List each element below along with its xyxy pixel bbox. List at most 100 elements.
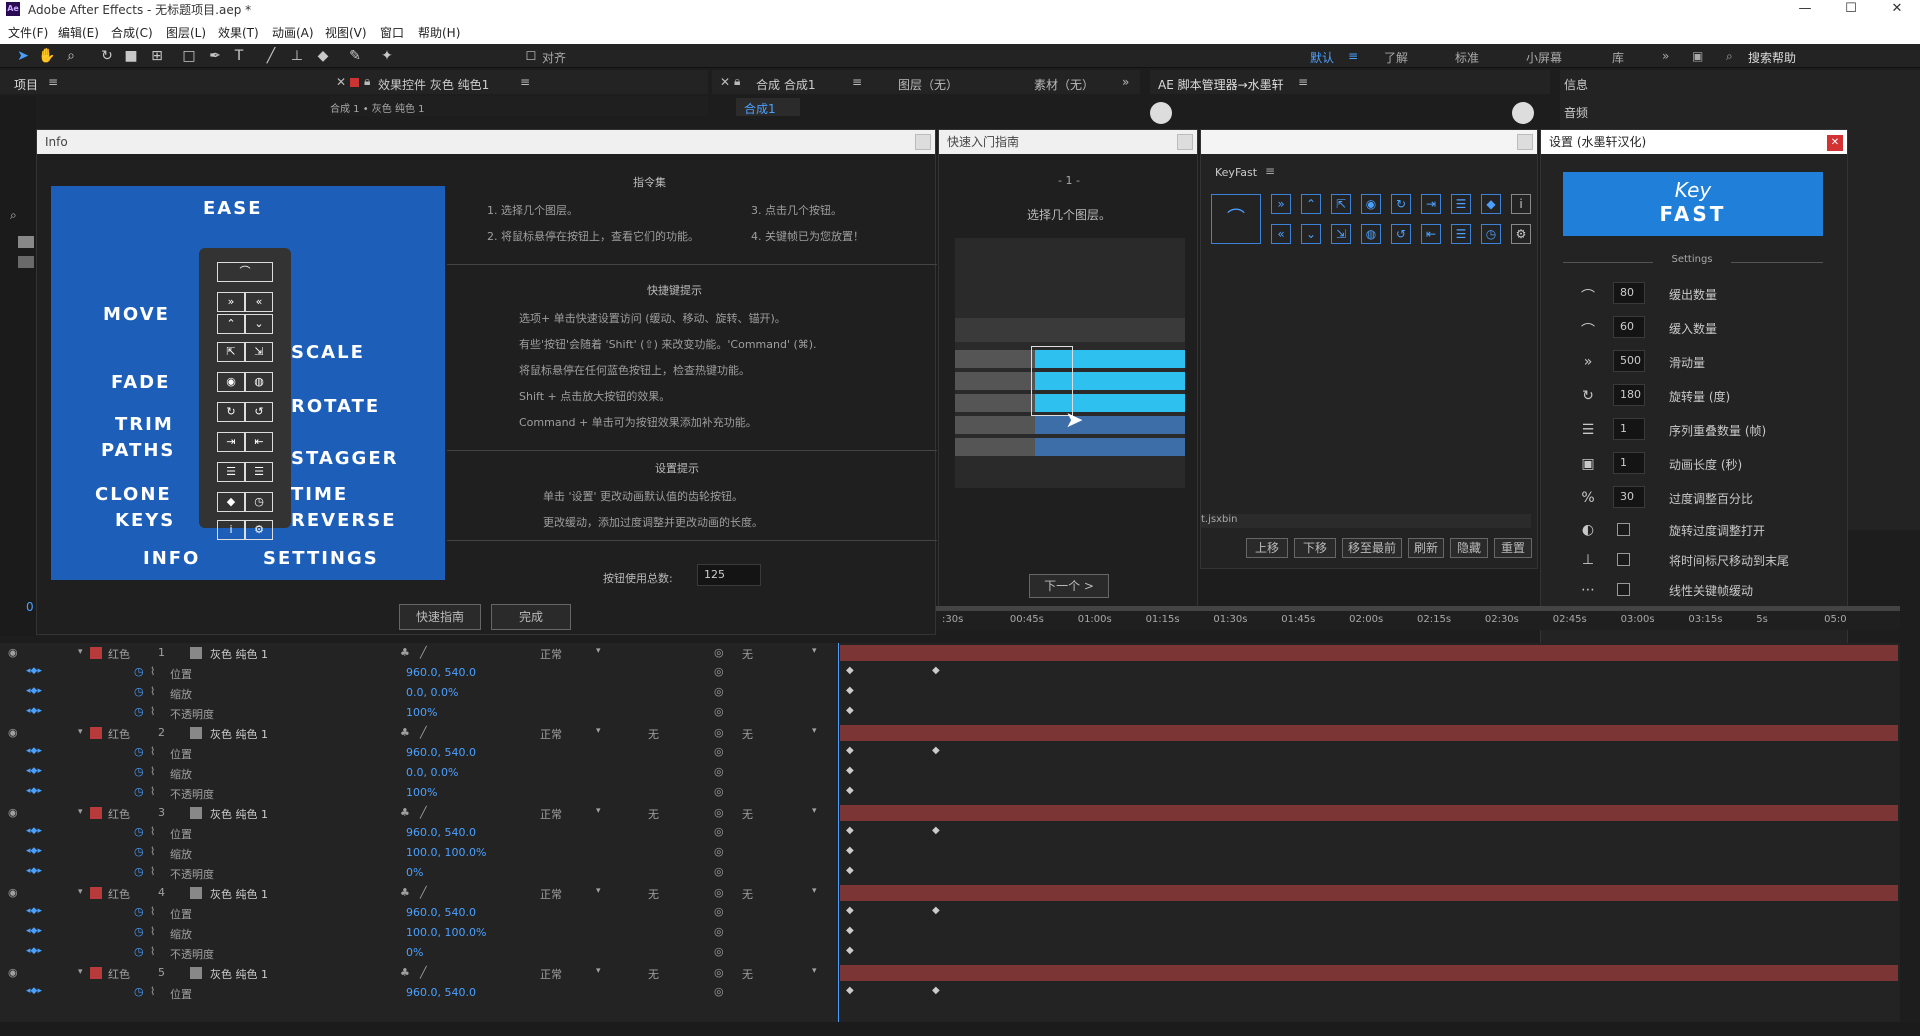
keyframe-icon[interactable]: ◆ [846, 905, 854, 916]
work-area-bar[interactable] [936, 606, 1900, 611]
graph-icon[interactable]: ⌇ [150, 745, 155, 758]
blend-mode-select[interactable]: 正常 [540, 646, 562, 662]
move-down-icon[interactable]: ⌄ [1301, 224, 1321, 244]
shy-icon[interactable]: ♣ [400, 966, 410, 979]
stopwatch-icon[interactable]: ◷ [134, 705, 144, 718]
label-color-swatch[interactable] [90, 807, 102, 819]
shy-icon[interactable]: ♣ [400, 886, 410, 899]
keyframe-nav-icon[interactable]: ◂◆▸ [26, 926, 42, 936]
dialog-close-button[interactable] [1177, 134, 1193, 150]
layer-name[interactable]: 灰色 纯色 1 [210, 726, 268, 742]
workspace-default[interactable]: 默认 [1310, 49, 1334, 66]
graph-icon[interactable]: ⌇ [150, 705, 155, 718]
setting-value-field[interactable]: 80 [1613, 282, 1645, 304]
comp-tab[interactable]: 合成1 [736, 98, 800, 116]
graph-icon[interactable]: ⌇ [150, 785, 155, 798]
label-color-swatch[interactable] [90, 967, 102, 979]
track-matte-select[interactable]: 无 [648, 966, 659, 982]
keyframe-nav-icon[interactable]: ◂◆▸ [26, 826, 42, 836]
layer-name[interactable]: 灰色 纯色 1 [210, 646, 268, 662]
workspace-standard[interactable]: 标准 [1455, 49, 1479, 66]
comp-icon[interactable] [18, 256, 34, 268]
property-value[interactable]: 0% [406, 946, 423, 959]
graph-icon[interactable]: ⌇ [150, 825, 155, 838]
tab-layer[interactable]: 图层（无） [898, 76, 958, 93]
shy-icon[interactable]: ♣ [400, 646, 410, 659]
expression-icon[interactable]: ◎ [714, 825, 724, 838]
parent-select[interactable]: 无 [742, 886, 753, 902]
stagger-icon[interactable]: ☰ [1451, 194, 1471, 214]
expression-icon[interactable]: ◎ [714, 985, 724, 998]
stopwatch-icon[interactable]: ◷ [134, 945, 144, 958]
eraser-tool-icon[interactable]: ◆ [314, 47, 332, 65]
refresh-button[interactable]: 刷新 [1408, 538, 1444, 558]
layer-row[interactable]: ◉ ▾ 红色 2 灰色 纯色 1 ♣ ╱ 正常 ▾ 无 ◎ 无 ▾ [0, 723, 840, 743]
keyframe-icon[interactable]: ◆ [846, 665, 854, 676]
layer-track-bar[interactable] [840, 725, 1898, 741]
settings-gear-icon[interactable]: ⚙ [1511, 224, 1531, 244]
panel-menu-icon[interactable]: ≡ [48, 75, 58, 89]
move-up-button[interactable]: 上移 [1246, 538, 1288, 558]
pickwhip-icon[interactable]: ◎ [714, 966, 724, 979]
property-value[interactable]: 960.0, 540.0 [406, 906, 476, 919]
stopwatch-icon[interactable]: ◷ [134, 745, 144, 758]
minimize-button[interactable]: — [1782, 0, 1828, 18]
keyframe-nav-icon[interactable]: ◂◆▸ [26, 766, 42, 776]
move-up-icon[interactable]: ⌃ [1301, 194, 1321, 214]
twirl-icon[interactable]: ▾ [78, 967, 83, 977]
eye-icon[interactable]: ◉ [8, 806, 18, 819]
keyframe-icon[interactable]: ◆ [932, 985, 940, 996]
stopwatch-icon[interactable]: ◷ [134, 765, 144, 778]
track-matte-select[interactable]: 无 [648, 726, 659, 742]
graph-icon[interactable]: ⌇ [150, 765, 155, 778]
property-value[interactable]: 960.0, 540.0 [406, 666, 476, 679]
graph-icon[interactable]: ⌇ [150, 925, 155, 938]
panel-menu-icon[interactable]: ≡ [520, 75, 530, 89]
menu-edit[interactable]: 编辑(E) [58, 24, 99, 41]
label-color-swatch[interactable] [90, 727, 102, 739]
timeline-ruler[interactable]: :30s 00:45s 01:00s 01:15s 01:30s 01:45s 02:00s… [936, 606, 1900, 630]
close-icon[interactable]: ✕ [1827, 135, 1843, 151]
keyframe-nav-icon[interactable]: ◂◆▸ [26, 786, 42, 796]
stopwatch-icon[interactable]: ◷ [134, 985, 144, 998]
keyframe-icon[interactable]: ◆ [846, 845, 854, 856]
close-tab-icon[interactable]: ✕ [720, 75, 730, 89]
setting-value-field[interactable]: 30 [1613, 486, 1645, 508]
twirl-icon[interactable]: ▾ [78, 887, 83, 897]
close-button[interactable]: ✕ [1874, 0, 1920, 18]
setting-value-field[interactable]: 1 [1613, 452, 1645, 474]
parent-select[interactable]: 无 [742, 806, 753, 822]
fx-switch-icon[interactable]: ╱ [420, 806, 427, 819]
time-reverse-icon[interactable]: ◷ [1481, 224, 1501, 244]
panel-overflow-icon[interactable]: » [1122, 75, 1129, 89]
blend-mode-select[interactable]: 正常 [540, 886, 562, 902]
expression-icon[interactable]: ◎ [714, 865, 724, 878]
menu-file[interactable]: 文件(F) [8, 24, 48, 41]
eye-icon[interactable]: ◉ [8, 646, 18, 659]
rotate-ccw-icon[interactable]: ↺ [1391, 224, 1411, 244]
reset-button[interactable]: 重置 [1494, 538, 1532, 558]
keyframe-nav-icon[interactable]: ◂◆▸ [26, 846, 42, 856]
menu-help[interactable]: 帮助(H) [418, 24, 460, 41]
setting-value-field[interactable]: 60 [1613, 316, 1645, 338]
rotate-tool-icon[interactable]: ↻ [98, 47, 116, 65]
expression-icon[interactable]: ◎ [714, 705, 724, 718]
keyframe-icon[interactable]: ◆ [846, 945, 854, 956]
tab-audio[interactable]: 音频 [1564, 104, 1588, 121]
align-checkbox-icon[interactable]: ☐ [522, 47, 540, 65]
keyframe-nav-icon[interactable]: ◂◆▸ [26, 986, 42, 996]
info-icon[interactable]: i [1511, 194, 1531, 214]
menu-animation[interactable]: 动画(A) [272, 24, 314, 41]
rotate-cw-icon[interactable]: ↻ [1391, 194, 1411, 214]
property-value[interactable]: 100.0, 100.0% [406, 926, 486, 939]
expression-icon[interactable]: ◎ [714, 945, 724, 958]
shy-icon[interactable]: ♣ [400, 726, 410, 739]
ease-button[interactable]: ⌒ [1211, 194, 1261, 244]
search-help-input[interactable]: 搜索帮助 [1748, 49, 1796, 66]
keyframe-icon[interactable]: ◆ [932, 665, 940, 676]
layer-row[interactable]: ◉ ▾ 红色 4 灰色 纯色 1 ♣ ╱ 正常 ▾ 无 ◎ 无 ▾ [0, 883, 840, 903]
expression-icon[interactable]: ◎ [714, 745, 724, 758]
move-right-icon[interactable]: » [1271, 194, 1291, 214]
quick-guide-button[interactable]: 快速指南 [399, 604, 481, 630]
expression-icon[interactable]: ◎ [714, 905, 724, 918]
